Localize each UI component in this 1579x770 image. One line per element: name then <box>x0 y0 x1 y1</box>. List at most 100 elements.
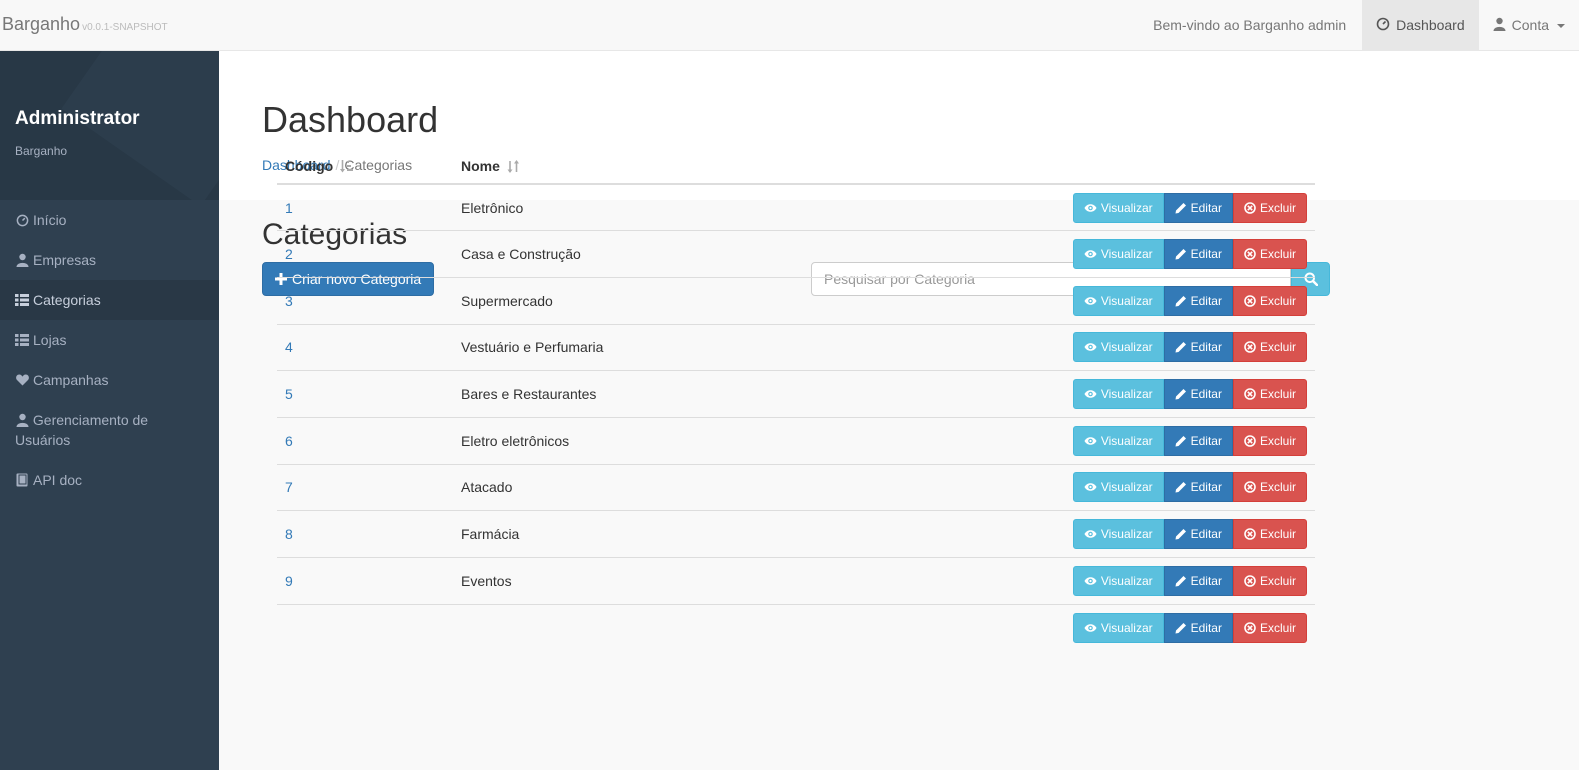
delete-button[interactable]: Excluir <box>1232 565 1307 596</box>
delete-button[interactable]: Excluir <box>1232 472 1307 503</box>
view-button[interactable]: Visualizar <box>1072 192 1164 223</box>
cell-actions: Visualizar Editar Excluir <box>787 510 1315 558</box>
view-label: Visualizar <box>1100 247 1153 262</box>
nav-dashboard[interactable]: Dashboard <box>1362 0 1479 50</box>
view-button[interactable]: Visualizar <box>1072 565 1164 596</box>
user-icon <box>15 250 29 270</box>
cell-name: Bares e Restaurantes <box>453 370 788 418</box>
eye-icon <box>1084 203 1097 212</box>
eye-icon <box>1084 483 1097 492</box>
cell-name: Farmácia <box>453 510 788 558</box>
brand-version: v0.0.1-SNAPSHOT <box>82 22 168 33</box>
view-button[interactable]: Visualizar <box>1072 332 1164 363</box>
sidebar-item-label: Campanhas <box>33 372 109 388</box>
cell-code[interactable] <box>277 603 453 651</box>
edit-button[interactable]: Editar <box>1163 519 1233 550</box>
cell-code[interactable]: 2 <box>277 230 453 278</box>
column-header-codigo[interactable]: Código <box>277 151 453 185</box>
nav-account-label: Conta <box>1511 17 1549 33</box>
delete-label: Excluir <box>1259 573 1296 588</box>
view-button[interactable]: Visualizar <box>1072 425 1164 456</box>
view-button[interactable]: Visualizar <box>1072 379 1164 410</box>
edit-label: Editar <box>1190 527 1222 542</box>
view-button[interactable]: Visualizar <box>1072 519 1164 550</box>
edit-button[interactable]: Editar <box>1163 332 1233 363</box>
row-actions: Visualizar Editar Excluir <box>1072 332 1307 363</box>
pencil-icon <box>1175 295 1186 307</box>
table-row: 3 Supermercado Visualizar Editar Excluir <box>277 276 1315 325</box>
remove-circle-icon <box>1244 388 1256 400</box>
cell-actions: Visualizar Editar Excluir <box>787 463 1315 511</box>
edit-button[interactable]: Editar <box>1163 285 1233 316</box>
table-body: 1 Eletrônico Visualizar Editar Excluir 2 Casa … <box>277 183 1315 651</box>
sidebar-item-categorias[interactable]: Categorias <box>0 280 219 320</box>
edit-button[interactable]: Editar <box>1163 425 1233 456</box>
view-label: Visualizar <box>1100 387 1153 402</box>
row-actions: Visualizar Editar Excluir <box>1072 519 1307 550</box>
cell-code[interactable]: 6 <box>277 416 453 465</box>
delete-label: Excluir <box>1259 620 1296 635</box>
pencil-icon <box>1175 435 1186 447</box>
view-button[interactable]: Visualizar <box>1072 239 1164 270</box>
user-icon <box>1493 17 1506 31</box>
table-row: 7 Atacado Visualizar Editar Excluir <box>277 463 1315 511</box>
pencil-icon <box>1175 249 1186 260</box>
delete-label: Excluir <box>1259 293 1296 308</box>
sidebar-item-label: API doc <box>33 472 83 488</box>
delete-button[interactable]: Excluir <box>1232 612 1307 643</box>
sort-icon <box>507 160 519 174</box>
remove-circle-icon <box>1244 434 1256 447</box>
view-button[interactable]: Visualizar <box>1072 472 1164 503</box>
brand-name[interactable]: Barganho <box>2 14 80 34</box>
cell-actions: Visualizar Editar Excluir <box>787 370 1315 418</box>
edit-button[interactable]: Editar <box>1163 379 1233 410</box>
edit-button[interactable]: Editar <box>1163 192 1233 223</box>
sidebar-item-usuarios[interactable]: Gerenciamento de Usuários <box>0 400 219 460</box>
edit-label: Editar <box>1190 340 1222 355</box>
cell-code[interactable]: 3 <box>277 276 453 325</box>
cell-name: Casa e Construção <box>453 230 788 278</box>
row-actions: Visualizar Editar Excluir <box>1072 379 1307 410</box>
sidebar-item-label: Empresas <box>33 252 97 268</box>
delete-button[interactable]: Excluir <box>1232 519 1307 550</box>
cell-code[interactable]: 8 <box>277 510 453 558</box>
delete-button[interactable]: Excluir <box>1232 379 1307 410</box>
delete-button[interactable]: Excluir <box>1232 192 1307 223</box>
cell-actions: Visualizar Editar Excluir <box>787 557 1315 605</box>
sidebar-item-api-doc[interactable]: API doc <box>0 460 219 500</box>
nav-account[interactable]: Conta <box>1479 0 1579 50</box>
edit-button[interactable]: Editar <box>1163 612 1233 643</box>
row-actions: Visualizar Editar Excluir <box>1072 285 1307 316</box>
delete-button[interactable]: Excluir <box>1232 425 1307 456</box>
brand[interactable]: Barganho v0.0.1-SNAPSHOT <box>2 14 168 35</box>
view-button[interactable]: Visualizar <box>1072 285 1164 316</box>
cell-code[interactable]: 7 <box>277 463 453 511</box>
view-label: Visualizar <box>1100 340 1153 355</box>
column-header-nome[interactable]: Nome <box>453 151 788 185</box>
delete-button[interactable]: Excluir <box>1232 239 1307 270</box>
delete-button[interactable]: Excluir <box>1232 332 1307 363</box>
table-row: 6 Eletro eletrônicos Visualizar Editar Exclu… <box>277 416 1315 465</box>
edit-button[interactable]: Editar <box>1163 239 1233 270</box>
cell-code[interactable]: 4 <box>277 323 453 371</box>
delete-button[interactable]: Excluir <box>1232 285 1307 316</box>
sidebar-item-lojas[interactable]: Lojas <box>0 320 219 360</box>
pencil-icon <box>1175 342 1186 353</box>
row-actions: Visualizar Editar Excluir <box>1072 239 1307 270</box>
sidebar-item-inicio[interactable]: Início <box>0 200 219 240</box>
sidebar-item-empresas[interactable]: Empresas <box>0 240 219 280</box>
column-header-actions <box>787 151 1315 185</box>
cell-code[interactable]: 9 <box>277 557 453 605</box>
remove-circle-icon <box>1244 481 1256 494</box>
edit-button[interactable]: Editar <box>1163 565 1233 596</box>
sidebar-item-campanhas[interactable]: Campanhas <box>0 360 219 400</box>
cell-code[interactable]: 1 <box>277 183 453 231</box>
edit-button[interactable]: Editar <box>1163 472 1233 503</box>
cell-code[interactable]: 5 <box>277 370 453 418</box>
pencil-icon <box>1175 389 1186 400</box>
view-button[interactable]: Visualizar <box>1072 612 1164 643</box>
table-row: 1 Eletrônico Visualizar Editar Excluir <box>277 183 1315 231</box>
list-icon <box>15 330 29 350</box>
view-label: Visualizar <box>1100 620 1153 635</box>
edit-label: Editar <box>1190 247 1222 262</box>
